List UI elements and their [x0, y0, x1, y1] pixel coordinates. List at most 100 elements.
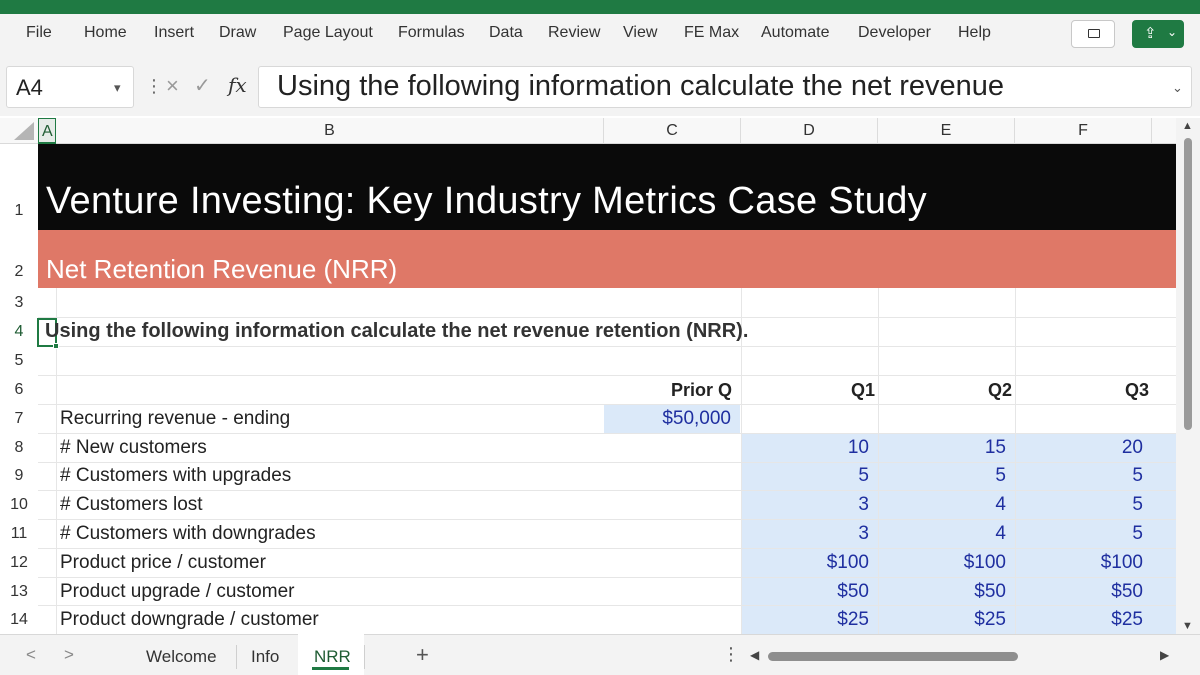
select-all-corner[interactable]	[14, 122, 34, 140]
enter-icon[interactable]: ✓	[194, 73, 211, 98]
sheet-subtitle: Net Retention Revenue (NRR)	[46, 254, 398, 284]
cell-f10[interactable]: 5	[1016, 494, 1143, 516]
menu-developer[interactable]: Developer	[858, 24, 931, 42]
menu-review[interactable]: Review	[548, 24, 600, 42]
menu-insert[interactable]: Insert	[154, 24, 194, 42]
cell-e13[interactable]: $50	[879, 581, 1006, 603]
scroll-up-arrow-icon[interactable]: ▲	[1182, 120, 1193, 132]
formula-bar-more-icon[interactable]: ⋮	[145, 76, 163, 97]
menu-data[interactable]: Data	[489, 24, 523, 42]
header-prior-q: Prior Q	[670, 380, 732, 400]
row-header-8[interactable]: 8	[0, 439, 38, 457]
row-header-11[interactable]: 11	[0, 525, 38, 543]
label-product-downgrade: Product downgrade / customer	[60, 609, 319, 630]
cell-e10[interactable]: 4	[879, 494, 1006, 516]
cell-d12[interactable]: $100	[742, 552, 869, 574]
label-new-customers: # New customers	[60, 437, 207, 458]
cell-d14[interactable]: $25	[742, 609, 869, 631]
menu-automate[interactable]: Automate	[761, 24, 829, 42]
grid-line	[38, 375, 1176, 376]
cell-e12[interactable]: $100	[879, 552, 1006, 574]
row-header-5[interactable]: 5	[0, 352, 38, 370]
cell-f13[interactable]: $50	[1016, 581, 1143, 603]
header-q3: Q3	[1124, 380, 1149, 400]
column-header-a[interactable]: A	[38, 118, 56, 144]
grid-line	[38, 346, 1176, 347]
grid-line	[38, 462, 1176, 463]
header-q1: Q1	[850, 380, 875, 400]
expand-formula-bar-icon[interactable]: ⌄	[1172, 80, 1183, 96]
title-strip	[0, 0, 1200, 14]
comments-button[interactable]	[1071, 20, 1115, 48]
label-product-upgrade: Product upgrade / customer	[60, 581, 295, 602]
tab-welcome[interactable]: Welcome	[146, 647, 217, 667]
column-header-b[interactable]: B	[56, 118, 604, 144]
share-button[interactable]: ⇪ ⌄	[1132, 20, 1184, 48]
label-customers-upgrades: # Customers with upgrades	[60, 465, 292, 486]
cancel-icon[interactable]: ×	[166, 73, 179, 99]
cell-f14[interactable]: $25	[1016, 609, 1143, 631]
row-header-4[interactable]: 4	[0, 323, 38, 341]
column-header-d[interactable]: D	[741, 118, 878, 144]
row-header-6[interactable]: 6	[0, 381, 38, 399]
vertical-scroll-thumb[interactable]	[1184, 138, 1192, 430]
label-product-price: Product price / customer	[60, 552, 266, 573]
tab-info[interactable]: Info	[251, 647, 279, 667]
label-recurring-revenue: Recurring revenue - ending	[60, 408, 291, 429]
cell-c7[interactable]: $50,000	[604, 408, 731, 430]
grid-line	[38, 433, 1176, 434]
cell-f8[interactable]: 20	[1016, 437, 1143, 459]
cell-d9[interactable]: 5	[742, 465, 869, 487]
column-header-e[interactable]: E	[878, 118, 1015, 144]
column-header-f[interactable]: F	[1015, 118, 1152, 144]
cell-d10[interactable]: 3	[742, 494, 869, 516]
menu-fe-max[interactable]: FE Max	[684, 24, 739, 42]
menu-page-layout[interactable]: Page Layout	[283, 24, 373, 42]
cell-f11[interactable]: 5	[1016, 523, 1143, 545]
next-sheet-icon[interactable]: >	[64, 645, 74, 665]
tab-divider	[236, 645, 237, 669]
cell-e11[interactable]: 4	[879, 523, 1006, 545]
cell-e8[interactable]: 15	[879, 437, 1006, 459]
menu-file[interactable]: File	[26, 24, 52, 42]
menu-home[interactable]: Home	[84, 24, 127, 42]
cell-e14[interactable]: $25	[879, 609, 1006, 631]
row-header-1[interactable]: 1	[0, 202, 38, 220]
row-header-14[interactable]: 14	[0, 611, 38, 629]
row-header-10[interactable]: 10	[0, 496, 38, 514]
row-header-13[interactable]: 13	[0, 583, 38, 601]
cell-f12[interactable]: $100	[1016, 552, 1143, 574]
cell-d11[interactable]: 3	[742, 523, 869, 545]
horizontal-scroll-thumb[interactable]	[768, 652, 1018, 661]
formula-text: Using the following information calculat…	[277, 70, 1005, 102]
name-box-dropdown-icon[interactable]: ▾	[114, 80, 121, 96]
row-header-3[interactable]: 3	[0, 294, 38, 312]
share-icon: ⇪	[1144, 25, 1157, 42]
scroll-left-arrow-icon[interactable]: ◀	[750, 648, 759, 662]
row-header-9[interactable]: 9	[0, 467, 38, 485]
cell-d8[interactable]: 10	[742, 437, 869, 459]
cell-f9[interactable]: 5	[1016, 465, 1143, 487]
row-header-7[interactable]: 7	[0, 410, 38, 428]
tab-bar-more-icon[interactable]: ⋮	[722, 644, 740, 665]
label-customers-downgrades: # Customers with downgrades	[60, 523, 316, 544]
column-header-c[interactable]: C	[604, 118, 741, 144]
row-header-2[interactable]: 2	[0, 263, 38, 281]
menu-view[interactable]: View	[623, 24, 657, 42]
menu-help[interactable]: Help	[958, 24, 991, 42]
cell-d13[interactable]: $50	[742, 581, 869, 603]
grid-line	[38, 605, 1176, 606]
previous-sheet-icon[interactable]: <	[26, 645, 36, 665]
grid-line	[38, 490, 1176, 491]
fill-handle[interactable]	[53, 343, 59, 349]
menu-draw[interactable]: Draw	[219, 24, 256, 42]
menu-formulas[interactable]: Formulas	[398, 24, 465, 42]
grid-line	[38, 548, 1176, 549]
scroll-right-arrow-icon[interactable]: ▶	[1160, 648, 1169, 662]
scroll-down-arrow-icon[interactable]: ▼	[1182, 620, 1193, 632]
insert-function-icon[interactable]: fx	[228, 73, 247, 97]
tab-nrr[interactable]: NRR	[314, 647, 351, 667]
add-sheet-icon[interactable]: +	[416, 642, 429, 668]
cell-e9[interactable]: 5	[879, 465, 1006, 487]
row-header-12[interactable]: 12	[0, 554, 38, 572]
